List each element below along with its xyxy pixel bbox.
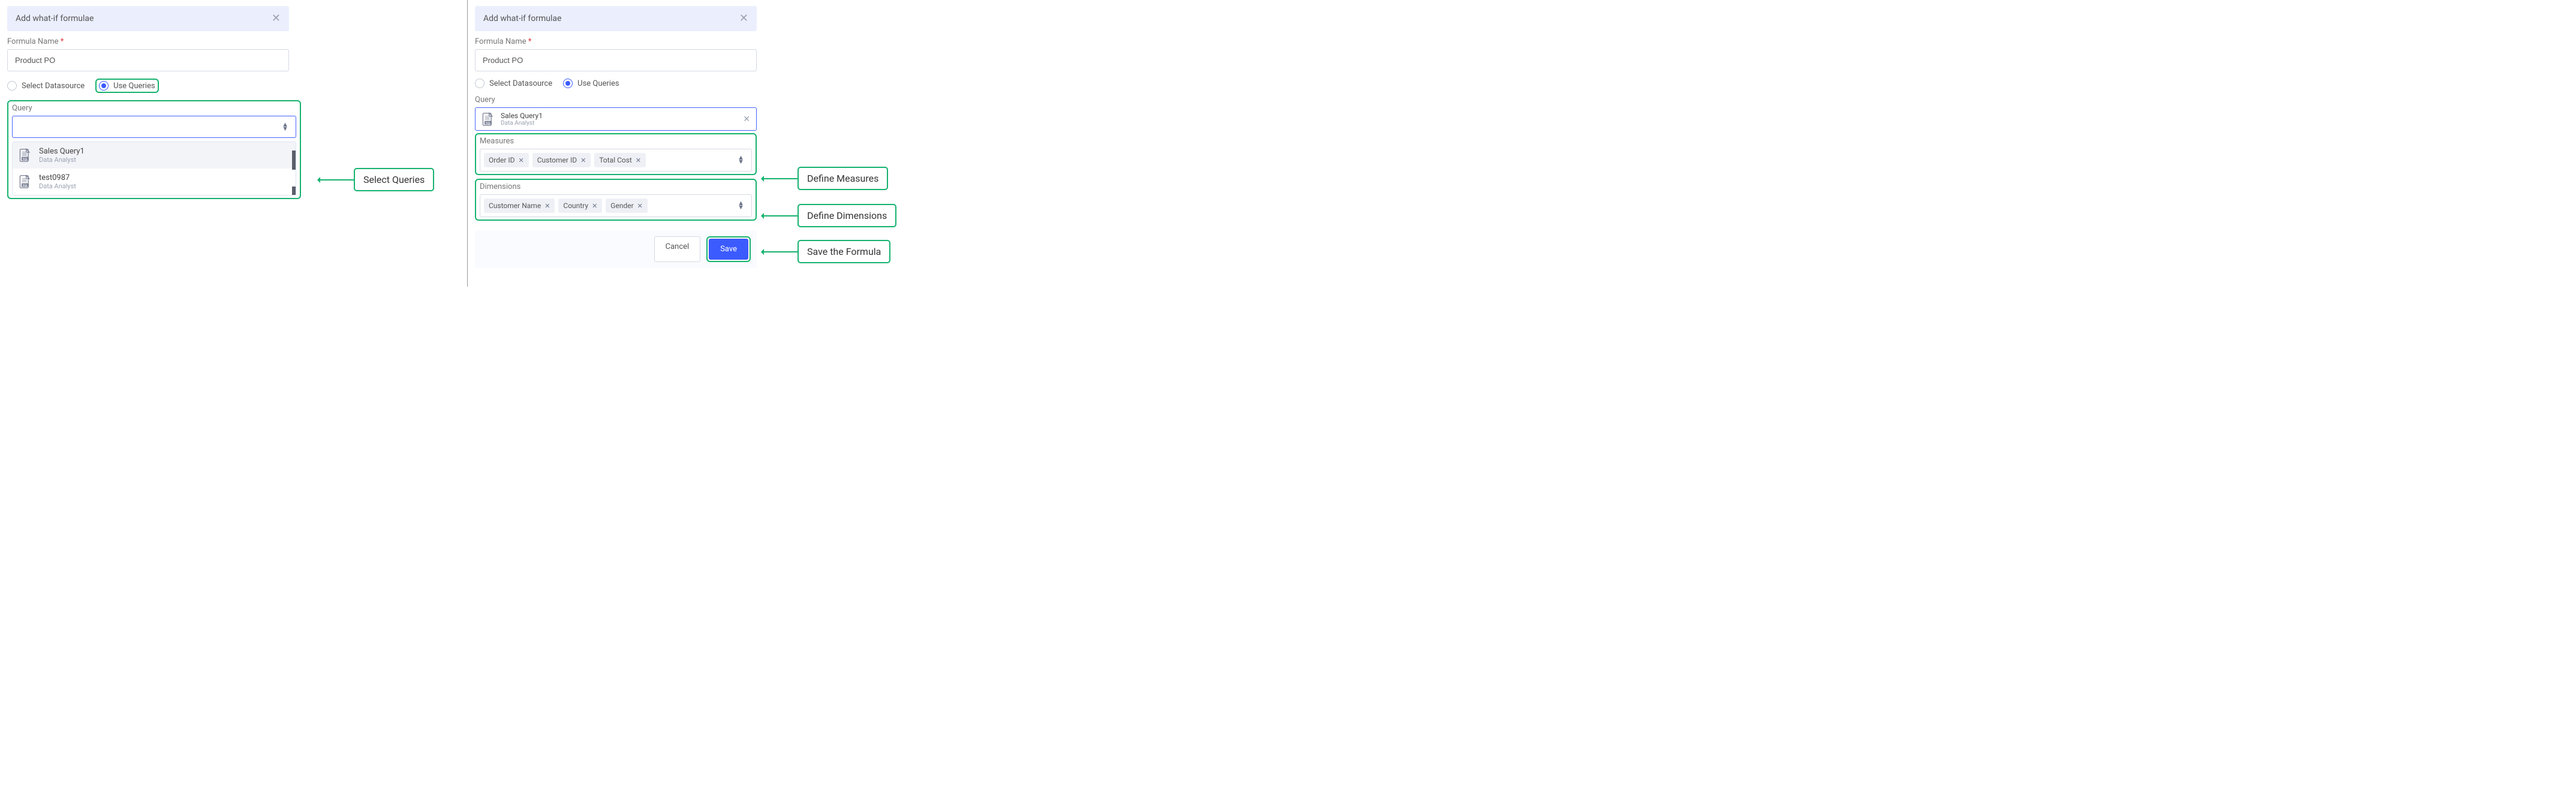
chevron-sort-icon: ▲▼: [282, 123, 288, 131]
remove-tag-icon[interactable]: ✕: [519, 157, 524, 164]
measures-input[interactable]: Order ID✕ Customer ID✕ Total Cost✕ ▲▼: [480, 149, 752, 172]
annotation-define-measures: Define Measures: [798, 167, 888, 190]
scrollbar[interactable]: [292, 151, 296, 170]
measure-tag: Order ID✕: [484, 153, 529, 167]
close-icon[interactable]: ✕: [272, 13, 281, 24]
remove-tag-icon[interactable]: ✕: [637, 202, 643, 210]
sql-file-icon: [482, 112, 495, 127]
dialog-title: Add what-if formulae: [483, 14, 561, 23]
sql-file-icon: [19, 148, 32, 163]
query-label: Query: [12, 104, 296, 113]
measure-tag: Total Cost✕: [594, 153, 646, 167]
save-button[interactable]: Save: [709, 239, 748, 260]
radio-select-datasource[interactable]: Select Datasource: [7, 81, 85, 91]
radio-icon: [99, 81, 109, 91]
source-radio-group: Select Datasource Use Queries: [7, 77, 289, 94]
scrollbar[interactable]: [292, 187, 296, 195]
formula-name-label: Formula Name *: [7, 37, 289, 46]
selected-query-box[interactable]: Sales Query1 Data Analyst ✕: [475, 107, 757, 131]
query-option[interactable]: test0987 Data Analyst: [13, 169, 296, 195]
clear-query-icon[interactable]: ✕: [743, 115, 750, 124]
radio-select-datasource[interactable]: Select Datasource: [475, 79, 552, 88]
formula-name-input[interactable]: [7, 49, 289, 71]
source-radio-group: Select Datasource Use Queries: [475, 77, 757, 89]
add-formula-dialog: Add what-if formulae ✕ Formula Name * Se…: [475, 6, 757, 268]
query-label: Query: [475, 95, 757, 104]
cancel-button[interactable]: Cancel: [654, 236, 701, 262]
dimensions-label: Dimensions: [480, 182, 752, 191]
radio-use-queries[interactable]: Use Queries: [99, 81, 155, 91]
add-formula-dialog: Add what-if formulae ✕ Formula Name * Se…: [7, 6, 289, 199]
dialog-header: Add what-if formulae ✕: [7, 6, 289, 31]
sql-file-icon: [19, 175, 32, 189]
query-dropdown: Sales Query1 Data Analyst test0987 Data …: [12, 142, 296, 196]
annotation-save-formula: Save the Formula: [798, 240, 890, 263]
chevron-sort-icon: ▲▼: [738, 201, 748, 209]
remove-tag-icon[interactable]: ✕: [580, 157, 586, 164]
measure-tag: Customer ID✕: [532, 153, 591, 167]
chevron-sort-icon: ▲▼: [738, 156, 748, 164]
dialog-header: Add what-if formulae ✕: [475, 6, 757, 31]
radio-icon: [563, 79, 573, 88]
annotation-define-dimensions: Define Dimensions: [798, 204, 896, 227]
query-option[interactable]: Sales Query1 Data Analyst: [13, 142, 296, 169]
close-icon[interactable]: ✕: [739, 13, 748, 24]
formula-name-label: Formula Name *: [475, 37, 757, 46]
radio-use-queries[interactable]: Use Queries: [563, 79, 619, 88]
dialog-footer: Cancel Save: [475, 230, 757, 268]
measures-label: Measures: [480, 137, 752, 146]
remove-tag-icon[interactable]: ✕: [636, 157, 641, 164]
dimensions-input[interactable]: Customer Name✕ Country✕ Gender✕ ▲▼: [480, 194, 752, 217]
remove-tag-icon[interactable]: ✕: [592, 202, 597, 210]
dimension-tag: Gender✕: [606, 198, 648, 213]
formula-name-input[interactable]: [475, 49, 757, 71]
radio-icon: [7, 81, 17, 91]
dimension-tag: Customer Name✕: [484, 198, 555, 213]
annotation-select-queries: Select Queries: [354, 168, 434, 191]
radio-icon: [475, 79, 484, 88]
dimension-tag: Country✕: [558, 198, 602, 213]
dialog-title: Add what-if formulae: [16, 14, 94, 23]
query-select[interactable]: ▲▼: [12, 116, 296, 138]
remove-tag-icon[interactable]: ✕: [544, 202, 550, 210]
